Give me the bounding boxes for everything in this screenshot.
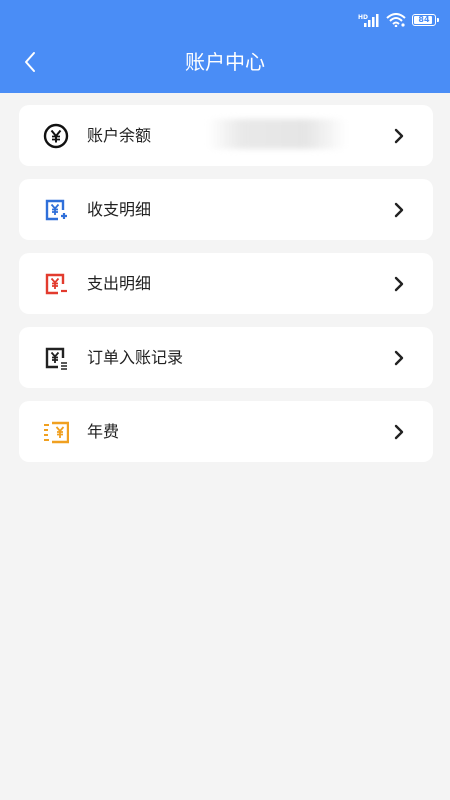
chevron-right-icon	[394, 202, 404, 218]
balance-value-blurred	[207, 119, 347, 149]
chevron-right-icon	[394, 424, 404, 440]
menu-label: 年费	[87, 422, 120, 441]
menu-label: 账户余额	[87, 126, 152, 145]
yuan-circle-icon	[43, 123, 69, 149]
chevron-right-icon	[394, 276, 404, 292]
menu-list: 账户余额 收支明细 支出明细 订单入账记录 年费	[19, 105, 433, 475]
yuan-receipt-minus-icon	[45, 273, 67, 295]
app-header: HD 84 账户中心	[0, 0, 450, 93]
menu-item-income-expense-details[interactable]: 收支明细	[19, 179, 433, 240]
menu-label: 支出明细	[87, 274, 152, 293]
menu-item-account-balance[interactable]: 账户余额	[19, 105, 433, 166]
chevron-right-icon	[394, 350, 404, 366]
battery-level: 84	[418, 15, 430, 24]
chevron-right-icon	[394, 128, 404, 144]
menu-label: 订单入账记录	[87, 348, 184, 367]
yuan-receipt-plus-icon	[45, 199, 67, 221]
yuan-fast-icon	[44, 421, 69, 444]
svg-text:HD: HD	[358, 14, 368, 21]
menu-item-expense-details[interactable]: 支出明细	[19, 253, 433, 314]
status-bar: HD 84	[358, 10, 439, 30]
menu-label: 收支明细	[87, 200, 152, 219]
page-title: 账户中心	[185, 50, 265, 74]
wifi-icon	[386, 13, 406, 27]
menu-item-annual-fee[interactable]: 年费	[19, 401, 433, 462]
menu-item-order-credit-records[interactable]: 订单入账记录	[19, 327, 433, 388]
cellular-signal-icon: HD	[358, 14, 379, 27]
yuan-receipt-list-icon	[45, 347, 67, 370]
battery-icon: 84	[412, 14, 439, 26]
